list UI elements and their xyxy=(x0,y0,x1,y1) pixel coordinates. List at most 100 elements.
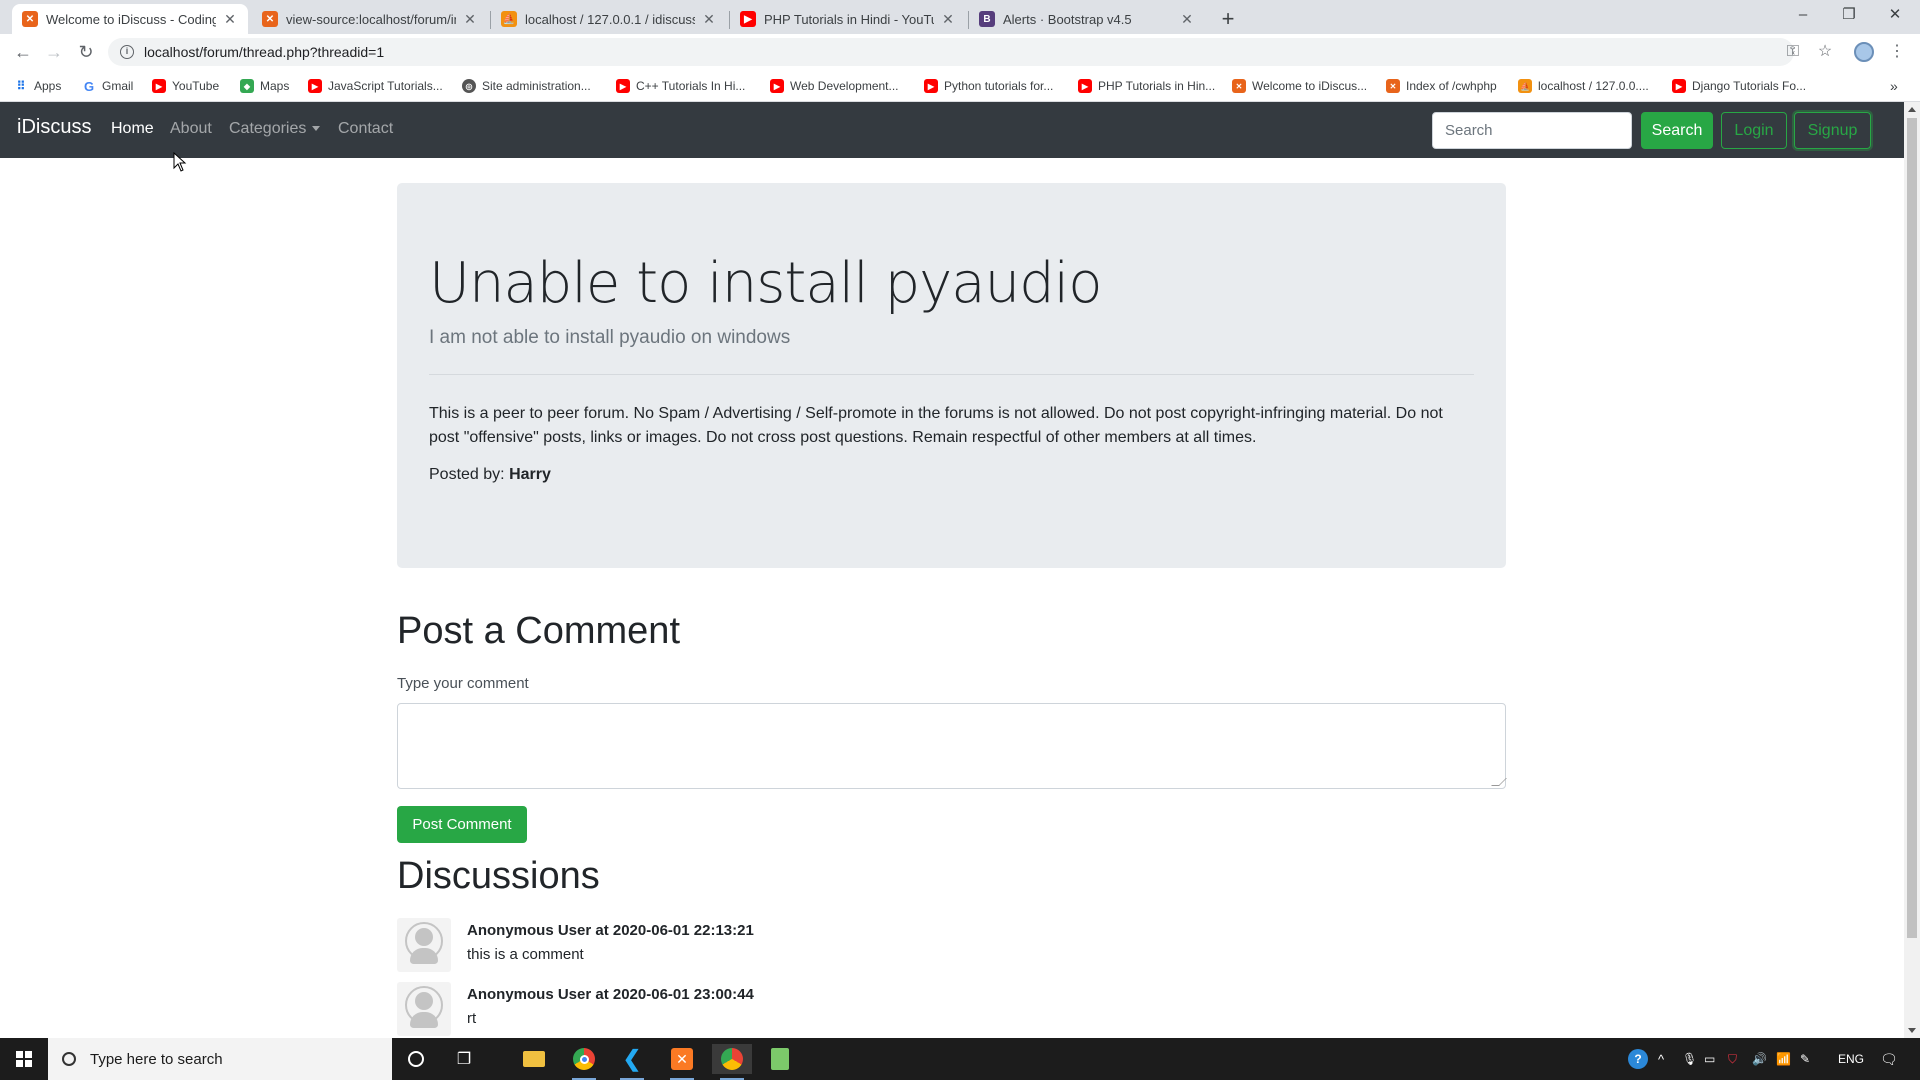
antivirus-icon[interactable]: ⛉ xyxy=(1728,1038,1737,1080)
cortana-icon[interactable] xyxy=(396,1044,436,1074)
bookmark-localhost-phpmyadmin[interactable]: ⛵ localhost / 127.0.0.... xyxy=(1518,77,1649,95)
youtube-icon: ▶ xyxy=(770,79,784,93)
vscode-icon[interactable]: ❮ xyxy=(612,1044,652,1080)
notifications-icon[interactable]: 🗨 xyxy=(1880,1038,1898,1080)
pen-icon[interactable]: ✎ xyxy=(1800,1038,1810,1080)
site-brand[interactable]: iDiscuss xyxy=(17,116,91,139)
comment-textarea[interactable] xyxy=(397,703,1506,789)
forward-icon[interactable]: → xyxy=(41,39,67,65)
caret-down-icon xyxy=(312,126,321,132)
bookmark-cpp-tutorials[interactable]: ▶ C++ Tutorials In Hi... xyxy=(616,77,745,95)
bookmark-label: Index of /cwhphp xyxy=(1406,79,1497,93)
site-search-input[interactable] xyxy=(1432,112,1632,149)
comment-text: rt xyxy=(467,1010,477,1027)
browser-tab-youtube[interactable]: ▶ PHP Tutorials in Hindi - YouTube ✕ xyxy=(730,4,966,34)
bookmark-label: Welcome to iDiscus... xyxy=(1252,79,1368,93)
browser-tab-phpmyadmin[interactable]: ⛵ localhost / 127.0.0.1 / idiscuss / c ✕ xyxy=(491,4,727,34)
bookmark-php-tutorials[interactable]: ▶ PHP Tutorials in Hin... xyxy=(1078,77,1215,95)
bookmark-gmail[interactable]: G Gmail xyxy=(82,77,133,95)
bookmark-index-cwhphp[interactable]: ✕ Index of /cwhphp xyxy=(1386,77,1497,95)
google-icon: G xyxy=(83,78,95,94)
close-icon[interactable]: ✕ xyxy=(222,11,238,28)
restore-icon[interactable]: ❐ xyxy=(1826,0,1872,30)
youtube-icon: ▶ xyxy=(308,79,322,93)
bookmark-javascript-tutorials[interactable]: ▶ JavaScript Tutorials... xyxy=(308,77,443,95)
bookmark-label: PHP Tutorials in Hin... xyxy=(1098,79,1216,93)
search-button[interactable]: Search xyxy=(1641,112,1713,149)
address-bar[interactable]: i localhost/forum/thread.php?threadid=1 xyxy=(108,38,1794,66)
close-icon[interactable]: ✕ xyxy=(701,11,717,28)
tab-title: PHP Tutorials in Hindi - YouTube xyxy=(764,11,934,27)
scroll-up-icon[interactable] xyxy=(1908,107,1916,112)
window-close-icon[interactable]: ✕ xyxy=(1872,0,1918,30)
xampp-icon: ✕ xyxy=(22,11,38,27)
scroll-down-icon[interactable] xyxy=(1908,1028,1916,1033)
microphone-icon[interactable]: 🎙 xyxy=(1682,1038,1697,1080)
browser-tab-bootstrap[interactable]: B Alerts · Bootstrap v4.5 ✕ xyxy=(969,4,1205,34)
windows-taskbar: Type here to search ❐ ❮ ✕ ? ^ 🎙 ▭ ⛉ 🔊 📶 … xyxy=(0,1038,1920,1080)
file-explorer-icon[interactable] xyxy=(514,1044,554,1074)
network-icon[interactable]: 📶 xyxy=(1776,1038,1791,1080)
comment-label: Type your comment xyxy=(397,675,529,692)
close-icon[interactable]: ✕ xyxy=(462,11,478,28)
bookmark-youtube[interactable]: ▶ YouTube xyxy=(152,77,219,95)
phpmyadmin-icon: ⛵ xyxy=(501,11,517,27)
browser-tab-idiscuss[interactable]: ✕ Welcome to iDiscuss - Coding Fo ✕ xyxy=(12,4,248,34)
post-comment-button[interactable]: Post Comment xyxy=(397,806,527,843)
chrome-icon[interactable] xyxy=(564,1044,604,1080)
start-button[interactable] xyxy=(0,1038,48,1080)
bookmark-star-icon[interactable]: ☆ xyxy=(1812,39,1838,65)
bookmarks-overflow-icon[interactable]: » xyxy=(1890,77,1898,95)
nav-home[interactable]: Home xyxy=(111,120,154,138)
bookmark-apps[interactable]: ⠿ Apps xyxy=(14,77,62,95)
bookmark-welcome-idiscuss[interactable]: ✕ Welcome to iDiscus... xyxy=(1232,77,1367,95)
site-info-icon[interactable]: i xyxy=(120,45,134,59)
browser-tab-view-source[interactable]: ✕ view-source:localhost/forum/ind ✕ xyxy=(252,4,488,34)
close-icon[interactable]: ✕ xyxy=(1179,11,1195,28)
browser-menu-icon[interactable]: ⋮ xyxy=(1884,39,1910,65)
nav-contact[interactable]: Contact xyxy=(338,120,393,138)
bookmark-label: Python tutorials for... xyxy=(944,79,1054,93)
search-icon xyxy=(62,1052,76,1066)
xampp-icon[interactable]: ✕ xyxy=(662,1044,702,1080)
taskbar-search[interactable]: Type here to search xyxy=(48,1038,392,1080)
battery-icon[interactable]: ▭ xyxy=(1704,1038,1715,1080)
divider xyxy=(429,374,1474,375)
tab-title: Alerts · Bootstrap v4.5 xyxy=(1003,11,1132,27)
scrollbar-thumb[interactable] xyxy=(1907,118,1917,938)
reload-icon[interactable]: ↻ xyxy=(73,39,99,65)
bookmark-label: Gmail xyxy=(102,79,134,93)
user-avatar-icon xyxy=(397,982,451,1036)
bookmark-maps[interactable]: ◆ Maps xyxy=(240,77,289,95)
bookmark-django-tutorials[interactable]: ▶ Django Tutorials Fo... xyxy=(1672,77,1806,95)
tab-title: Welcome to iDiscuss - Coding Fo xyxy=(46,11,216,27)
language-indicator[interactable]: ENG xyxy=(1838,1038,1864,1080)
nav-categories[interactable]: Categories xyxy=(229,120,321,138)
chrome-profile-icon[interactable] xyxy=(712,1044,752,1080)
page-scrollbar[interactable] xyxy=(1904,102,1920,1038)
xampp-icon: ✕ xyxy=(1232,79,1246,93)
login-button[interactable]: Login xyxy=(1721,112,1787,149)
nav-about[interactable]: About xyxy=(170,120,212,138)
thread-title: Unable to install pyaudio xyxy=(429,251,1102,316)
profile-avatar[interactable] xyxy=(1854,42,1874,62)
close-icon[interactable]: ✕ xyxy=(940,11,956,28)
volume-icon[interactable]: 🔊 xyxy=(1752,1038,1767,1080)
signup-button[interactable]: Signup xyxy=(1794,112,1871,149)
comment-author: Anonymous User at 2020-06-01 23:00:44 xyxy=(467,986,754,1003)
key-icon[interactable]: ⚿ xyxy=(1780,39,1806,65)
help-icon[interactable]: ? xyxy=(1628,1038,1648,1080)
bookmark-python-tutorials[interactable]: ▶ Python tutorials for... xyxy=(924,77,1053,95)
task-view-icon[interactable]: ❐ xyxy=(444,1044,484,1074)
globe-icon: ◎ xyxy=(462,79,476,93)
new-tab-button[interactable]: + xyxy=(1214,6,1242,34)
notepad-icon[interactable] xyxy=(760,1044,800,1074)
bookmark-site-administration[interactable]: ◎ Site administration... xyxy=(462,77,591,95)
minimize-icon[interactable]: – xyxy=(1780,0,1826,30)
bookmark-web-development[interactable]: ▶ Web Development... xyxy=(770,77,899,95)
back-icon[interactable]: ← xyxy=(10,39,36,65)
taskbar-search-placeholder: Type here to search xyxy=(90,1050,223,1068)
tab-title: localhost / 127.0.0.1 / idiscuss / c xyxy=(525,11,695,27)
tray-chevron-up-icon[interactable]: ^ xyxy=(1658,1038,1664,1080)
maps-icon: ◆ xyxy=(240,79,254,93)
